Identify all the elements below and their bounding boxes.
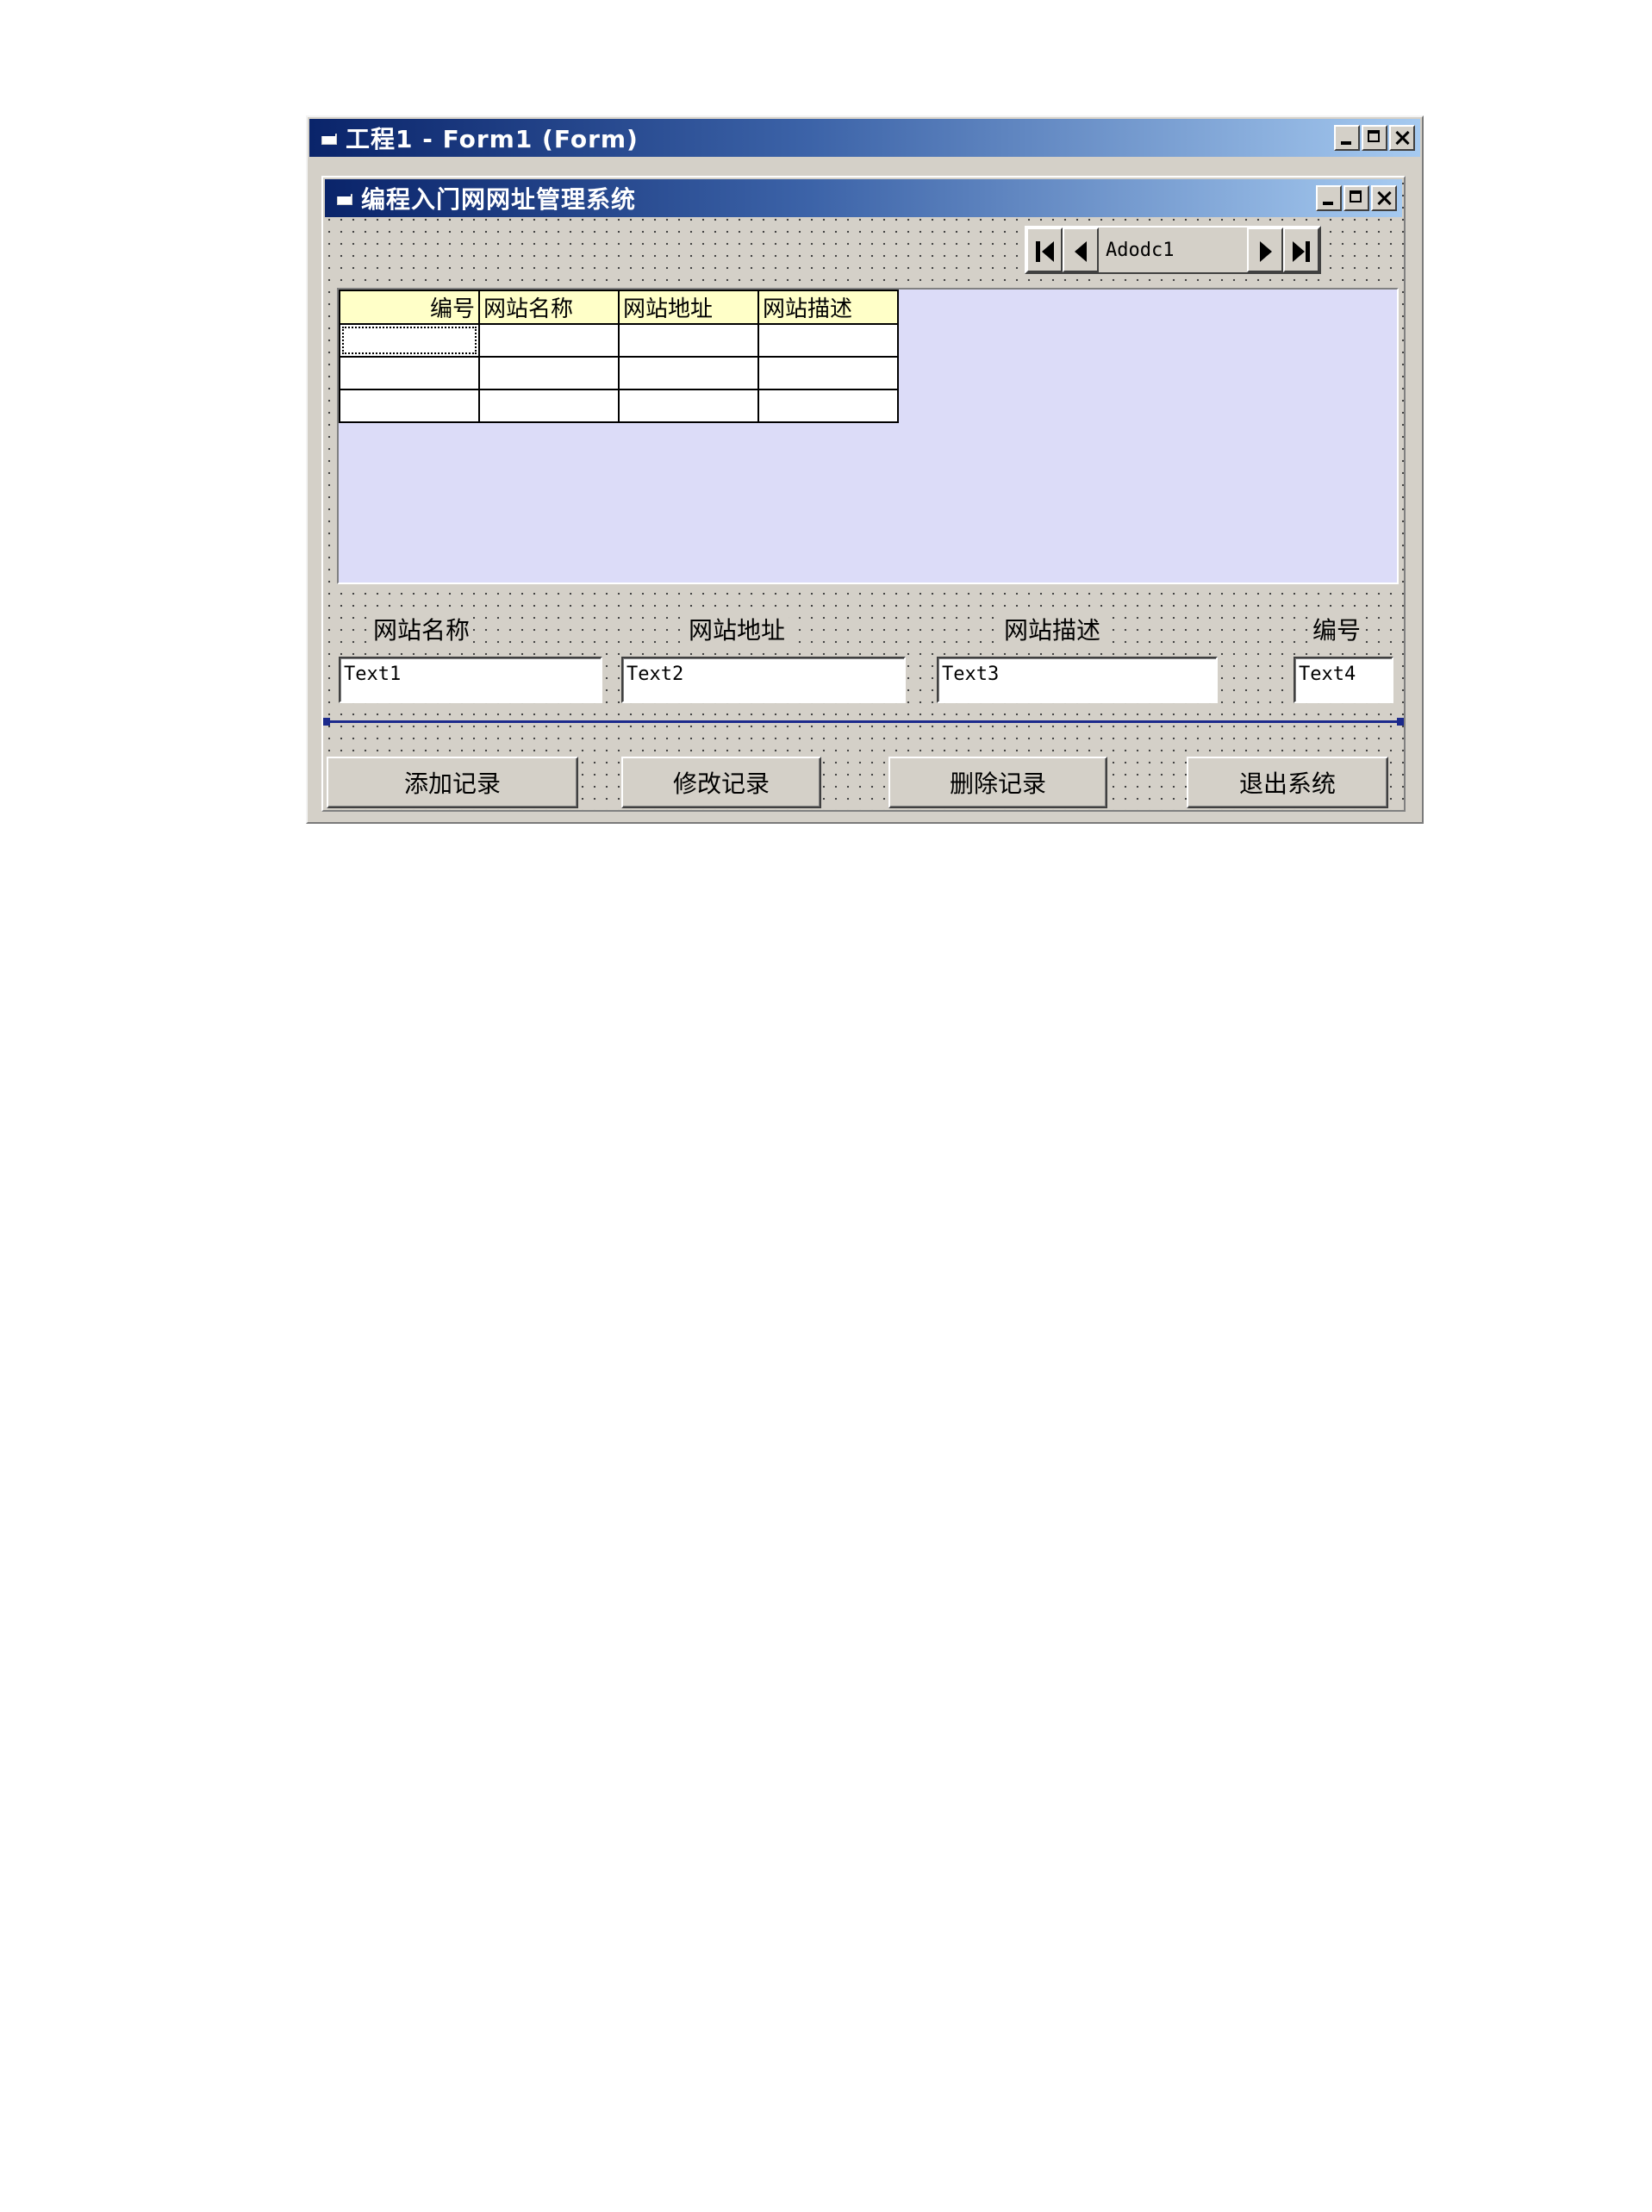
adodc-caption: Adodc1: [1106, 239, 1175, 261]
grid-cell[interactable]: [618, 389, 759, 423]
last-record-button[interactable]: [1283, 227, 1319, 272]
site-name-input[interactable]: Text1: [339, 657, 602, 703]
minimize-icon[interactable]: [1316, 185, 1342, 211]
grid-cell[interactable]: [339, 356, 480, 390]
grid-cell[interactable]: [478, 323, 620, 358]
previous-arrow-icon: [1075, 241, 1087, 262]
form-window-controls: [1316, 185, 1402, 211]
form-titlebar[interactable]: 编程入门网网址管理系统: [325, 179, 1402, 217]
close-icon[interactable]: [1371, 185, 1397, 211]
grid-cell[interactable]: [618, 323, 759, 358]
form-icon: [335, 190, 354, 206]
grid-cell[interactable]: [757, 323, 899, 358]
form-designer[interactable]: 编程入门网网址管理系统 Adodc1 编号 网站名称 网站地址 网站描述 网站名…: [321, 176, 1406, 812]
grid-header-id[interactable]: 编号: [339, 290, 480, 325]
grid-cell[interactable]: [478, 389, 620, 423]
grid-cell[interactable]: [757, 356, 899, 390]
table-row: [339, 323, 899, 358]
minimize-icon[interactable]: [1334, 125, 1360, 151]
previous-record-button[interactable]: [1063, 227, 1099, 272]
exit-system-button[interactable]: 退出系统: [1187, 757, 1388, 808]
delete-record-button[interactable]: 删除记录: [888, 757, 1107, 808]
last-arrow-icon: [1293, 241, 1305, 262]
grid-cell[interactable]: [339, 389, 480, 423]
table-row: [339, 389, 899, 423]
datagrid-table[interactable]: 编号 网站名称 网站地址 网站描述: [339, 290, 899, 423]
next-arrow-icon: [1260, 241, 1272, 262]
table-row: [339, 356, 899, 390]
label-site-name: 网站名称: [370, 612, 474, 646]
adodc-control[interactable]: Adodc1: [1025, 226, 1321, 274]
last-bar-icon: [1306, 241, 1310, 262]
grid-header-name[interactable]: 网站名称: [478, 290, 620, 325]
site-description-input[interactable]: Text3: [937, 657, 1218, 703]
grid-cell[interactable]: [478, 356, 620, 390]
label-site-id: 编号: [1309, 612, 1365, 646]
ide-window-controls: [1334, 125, 1420, 151]
label-site-address: 网站地址: [685, 612, 789, 646]
maximize-icon[interactable]: [1343, 185, 1369, 211]
grid-cell[interactable]: [757, 389, 899, 423]
grid-cell[interactable]: [618, 356, 759, 390]
site-address-input[interactable]: Text2: [621, 657, 906, 703]
line-divider: [323, 718, 1404, 726]
close-icon[interactable]: [1389, 125, 1415, 151]
site-id-input[interactable]: Text4: [1294, 657, 1393, 703]
first-bar-icon: [1036, 241, 1040, 262]
ide-window-titlebar[interactable]: 工程1 - Form1 (Form): [309, 119, 1420, 157]
next-record-button[interactable]: [1247, 227, 1283, 272]
maximize-icon[interactable]: [1362, 125, 1387, 151]
form-title: 编程入门网网址管理系统: [361, 185, 637, 214]
grid-header-row: 编号 网站名称 网站地址 网站描述: [339, 290, 899, 325]
first-arrow-icon: [1042, 241, 1054, 262]
form-icon: [320, 130, 339, 146]
grid-header-description[interactable]: 网站描述: [757, 290, 899, 325]
add-record-button[interactable]: 添加记录: [327, 757, 578, 808]
label-site-description: 网站描述: [1001, 612, 1105, 646]
edit-record-button[interactable]: 修改记录: [621, 757, 821, 808]
ide-form-window: 工程1 - Form1 (Form) 编程入门网网址管理系统 Adodc1 编号…: [306, 115, 1424, 824]
first-record-button[interactable]: [1026, 227, 1063, 272]
grid-header-address[interactable]: 网站地址: [618, 290, 759, 325]
ide-window-title: 工程1 - Form1 (Form): [346, 125, 639, 153]
grid-cell[interactable]: [339, 323, 480, 358]
datagrid[interactable]: 编号 网站名称 网站地址 网站描述: [337, 288, 1399, 584]
